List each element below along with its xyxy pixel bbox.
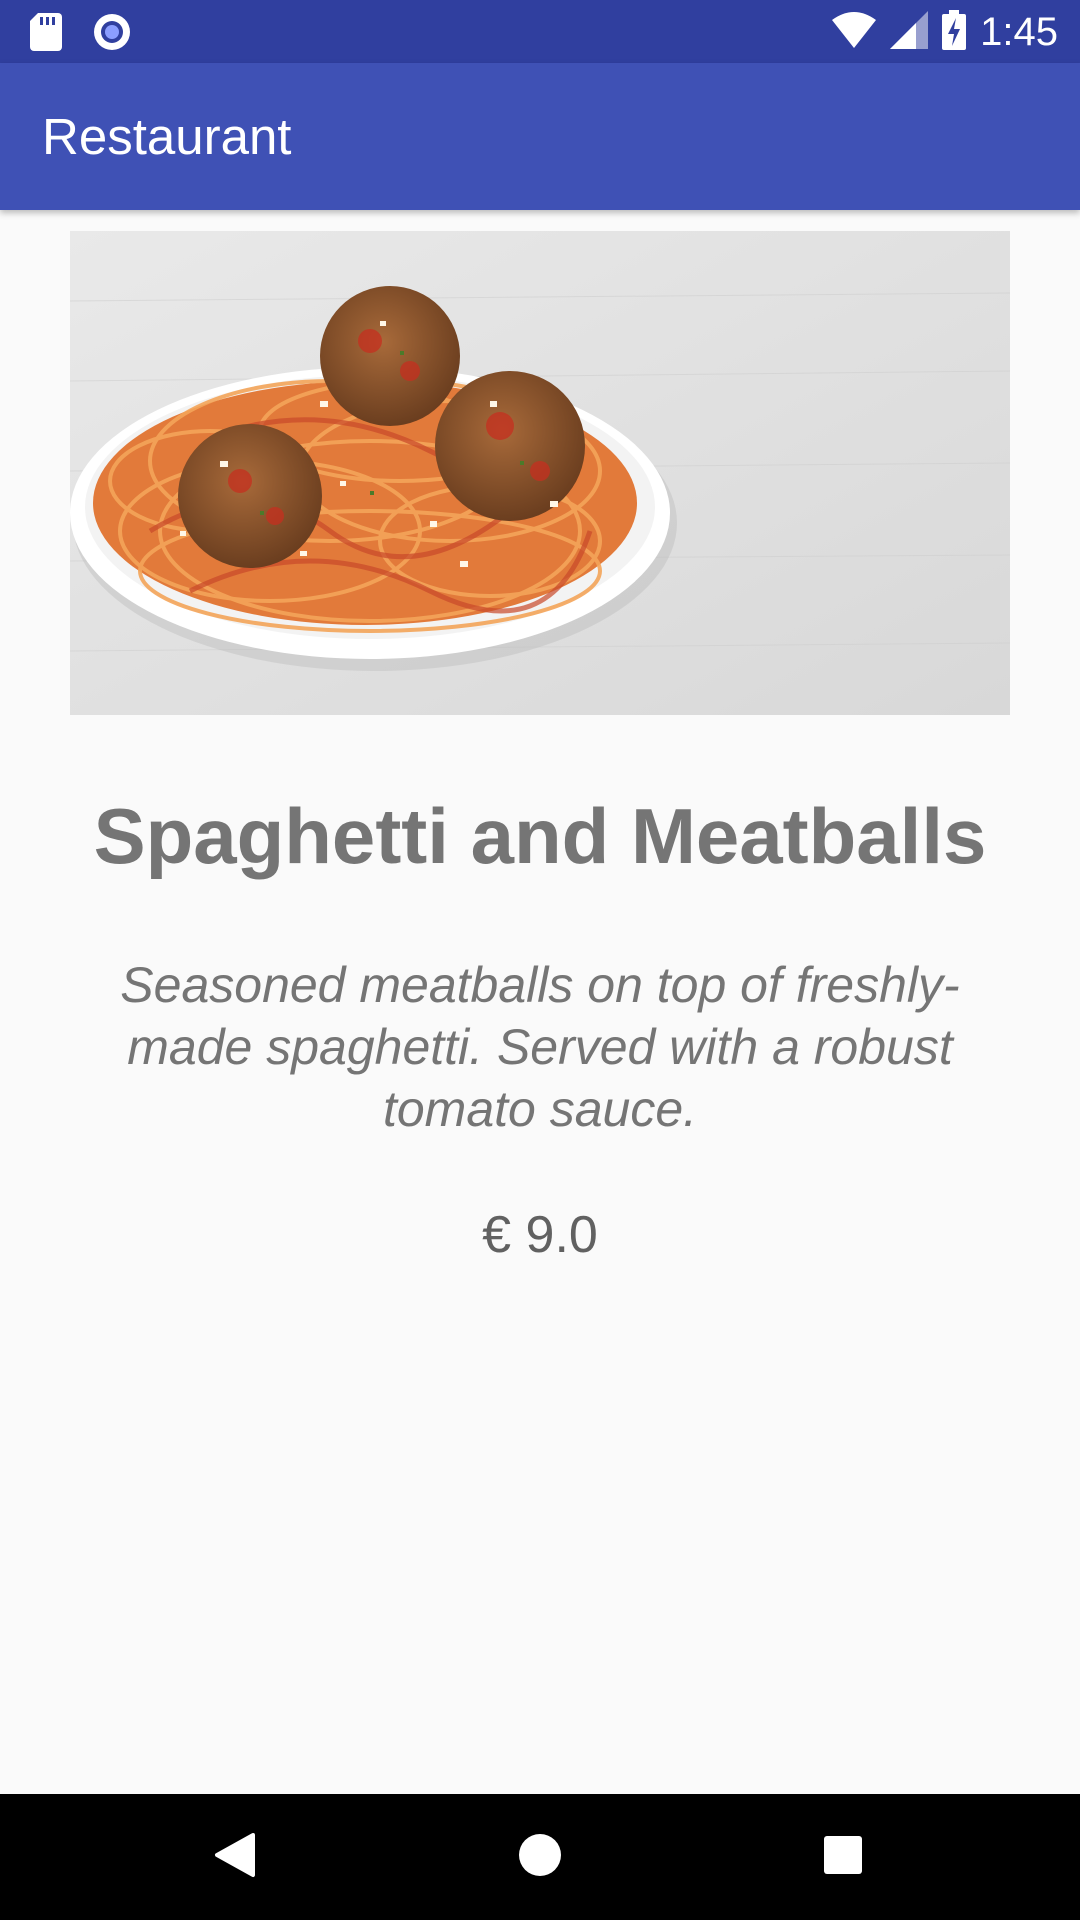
battery-charging-icon — [942, 9, 967, 55]
app-bar: Restaurant — [0, 63, 1080, 210]
navigation-bar — [0, 1794, 1080, 1920]
wifi-icon — [832, 11, 877, 53]
dish-description: Seasoned meatballs on top of freshly-mad… — [120, 957, 960, 1137]
signal-icon — [890, 10, 929, 54]
dish-image — [70, 231, 1010, 715]
status-bar: 1:45 — [0, 0, 1080, 63]
back-icon — [213, 1831, 257, 1884]
dish-price: € 9.0 — [482, 1206, 598, 1264]
recents-button[interactable] — [808, 1822, 878, 1892]
home-button[interactable] — [505, 1822, 575, 1892]
circle-notification-icon — [92, 12, 132, 57]
status-time: 1:45 — [980, 10, 1058, 54]
back-button[interactable] — [200, 1822, 270, 1892]
sd-card-icon — [30, 13, 62, 56]
dish-detail: Spaghetti and Meatballs Seasoned meatbal… — [0, 210, 1080, 1794]
home-icon — [518, 1833, 562, 1882]
app-title: Restaurant — [42, 108, 292, 165]
recents-icon — [823, 1835, 863, 1880]
dish-name: Spaghetti and Meatballs — [93, 792, 987, 880]
